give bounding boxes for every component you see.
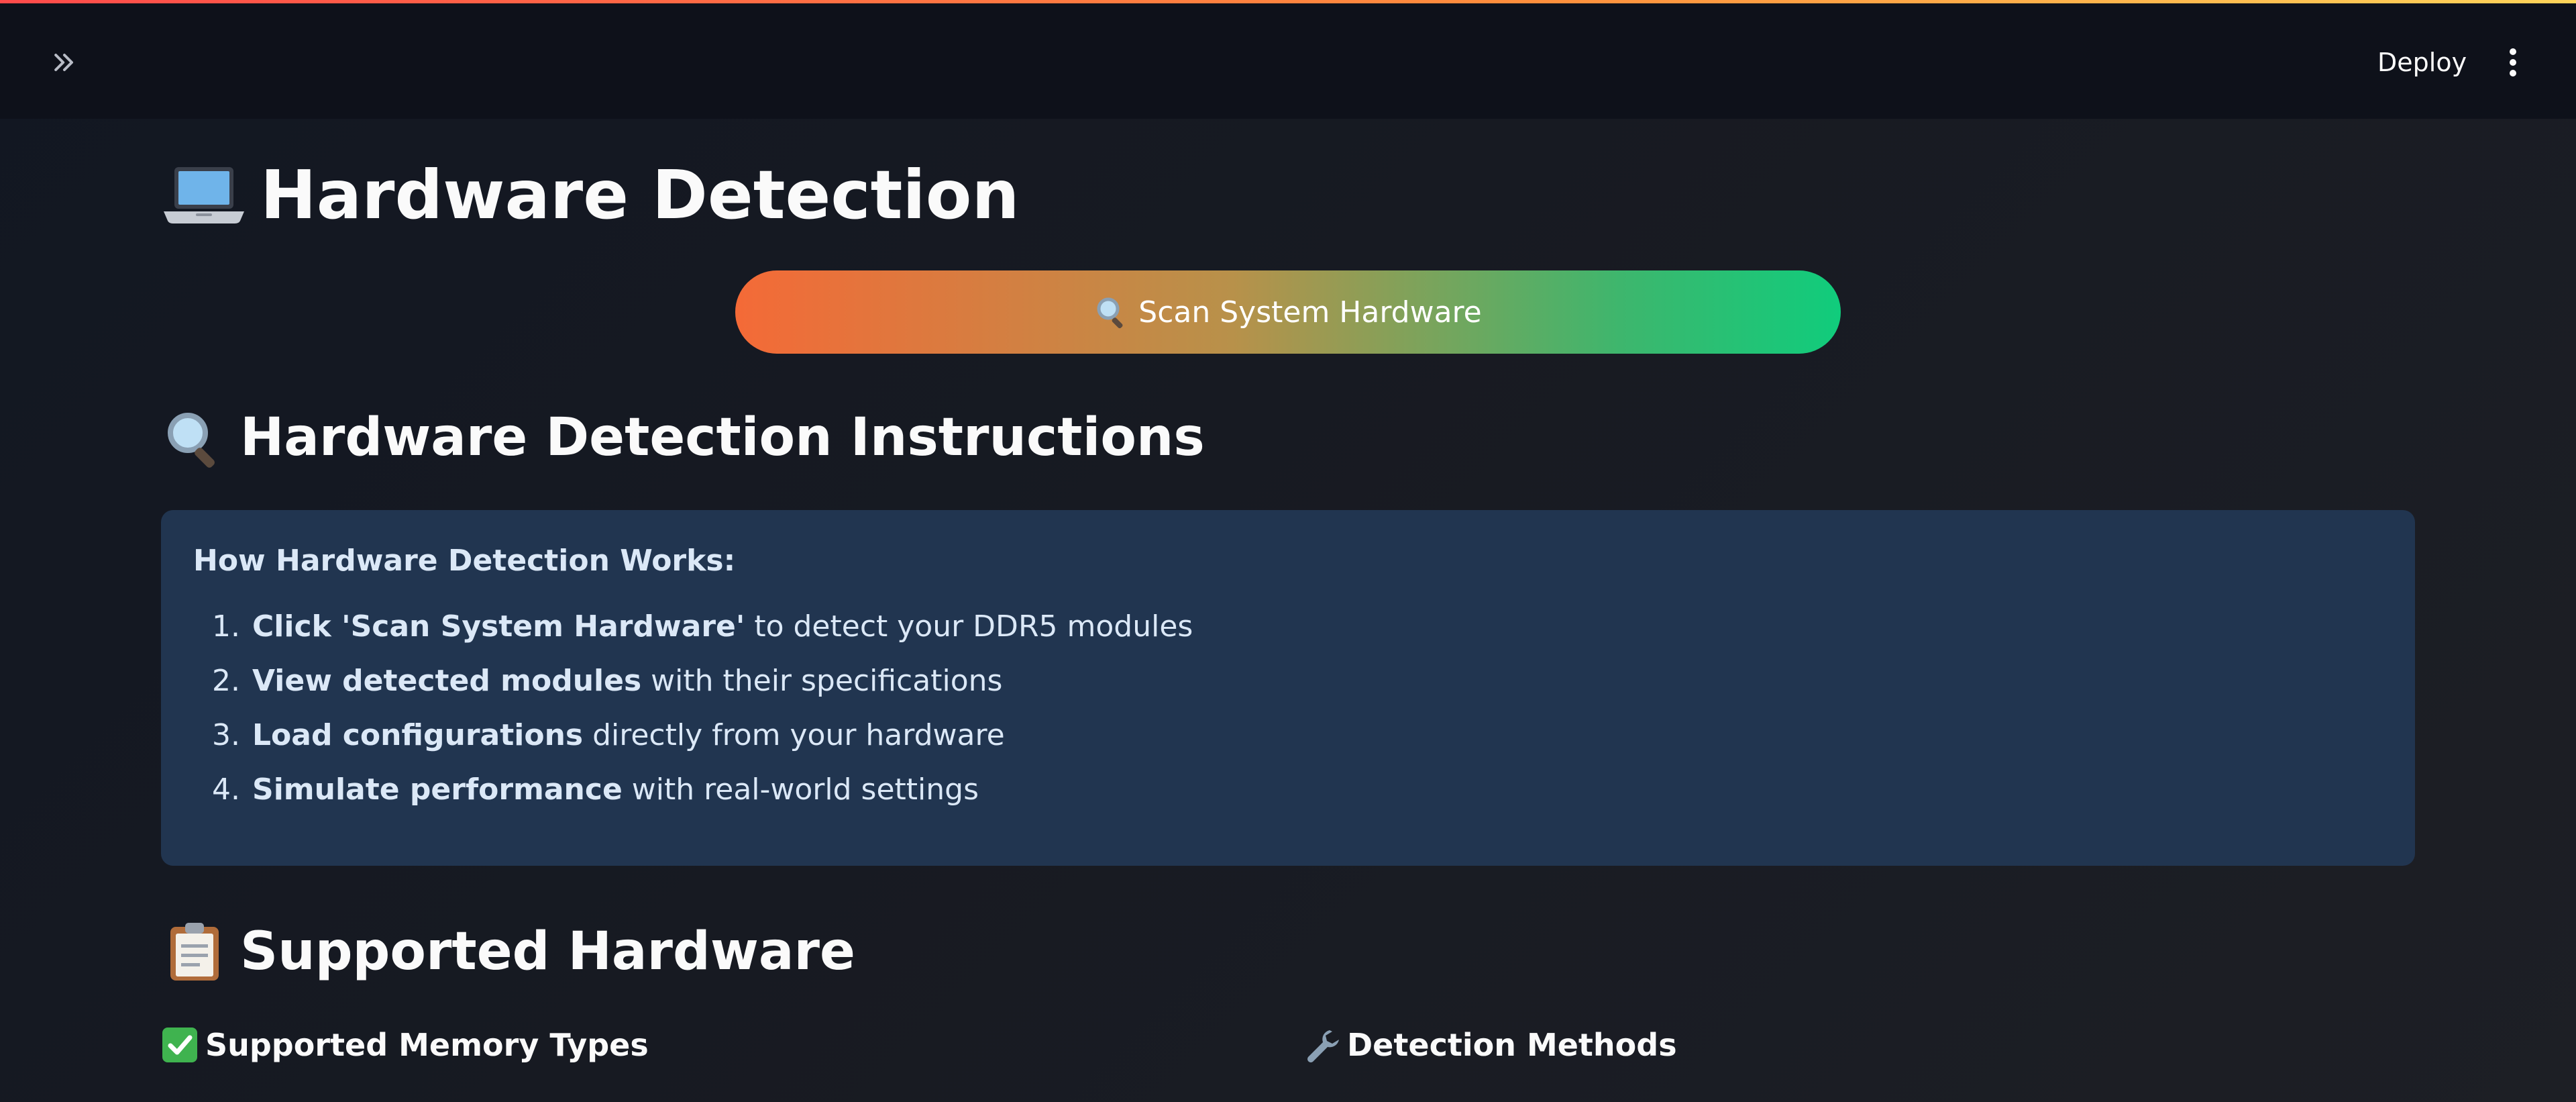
instructions-heading: Hardware Detection Instructions [240,407,1205,468]
list-item-bold: View detected modules [252,664,642,698]
vertical-dots-icon [2510,48,2516,77]
list-item-text: to detect your DDR5 modules [745,609,1193,644]
memory-types-heading-row: Supported Memory Types [161,1026,649,1064]
list-item-number: 2. [212,664,240,698]
scan-system-hardware-button[interactable]: Scan System Hardware [735,270,1841,354]
list-item-text: with real-world settings [622,772,979,807]
supported-heading-row: Supported Hardware [161,921,855,982]
list-item: 4. Simulate performance with real-world s… [193,772,2383,808]
magnifier-icon [1097,297,1123,329]
instructions-info-box: How Hardware Detection Works: 1. Click 'S… [161,510,2415,866]
app-header: Deploy [0,3,2576,119]
list-item-number: 3. [212,718,240,752]
list-item-number: 4. [212,772,240,807]
instructions-list: 1. Click 'Scan System Hardware' to detect… [193,609,2383,808]
info-box-title: How Hardware Detection Works: [193,544,736,578]
list-item: 1. Click 'Scan System Hardware' to detect… [193,609,2383,645]
detection-methods-heading: Detection Methods [1347,1027,1677,1063]
scan-button-label: Scan System Hardware [1138,295,1482,330]
list-item: 3. Load configurations directly from your… [193,717,2383,754]
list-item: 2. View detected modules with their speci… [193,663,2383,699]
instructions-heading-row: Hardware Detection Instructions [161,407,1205,468]
sidebar-toggle-button[interactable] [47,45,82,80]
main-menu-button[interactable] [2493,42,2533,83]
page-title-row: Hardware Detection [161,156,1020,234]
memory-types-heading: Supported Memory Types [205,1027,649,1063]
list-item-bold: Simulate performance [252,772,623,807]
detection-methods-heading-row: Detection Methods [1303,1026,1677,1064]
list-item-text: with their specifications [641,664,1003,698]
list-item-bold: Click 'Scan System Hardware' [252,609,745,644]
deploy-button[interactable]: Deploy [2361,42,2483,83]
magnifier-icon [168,413,215,468]
check-mark-button-icon [162,1028,197,1062]
supported-heading: Supported Hardware [240,921,855,982]
double-chevron-right-icon [54,53,74,72]
laptop-emoji-icon [164,166,244,223]
clipboard-icon [170,923,219,981]
page-title: Hardware Detection [260,156,1020,234]
list-item-text: directly from your hardware [583,718,1005,752]
list-item-bold: Load configurations [252,718,584,752]
wrench-icon [1307,1030,1339,1062]
list-item-number: 1. [212,609,240,644]
